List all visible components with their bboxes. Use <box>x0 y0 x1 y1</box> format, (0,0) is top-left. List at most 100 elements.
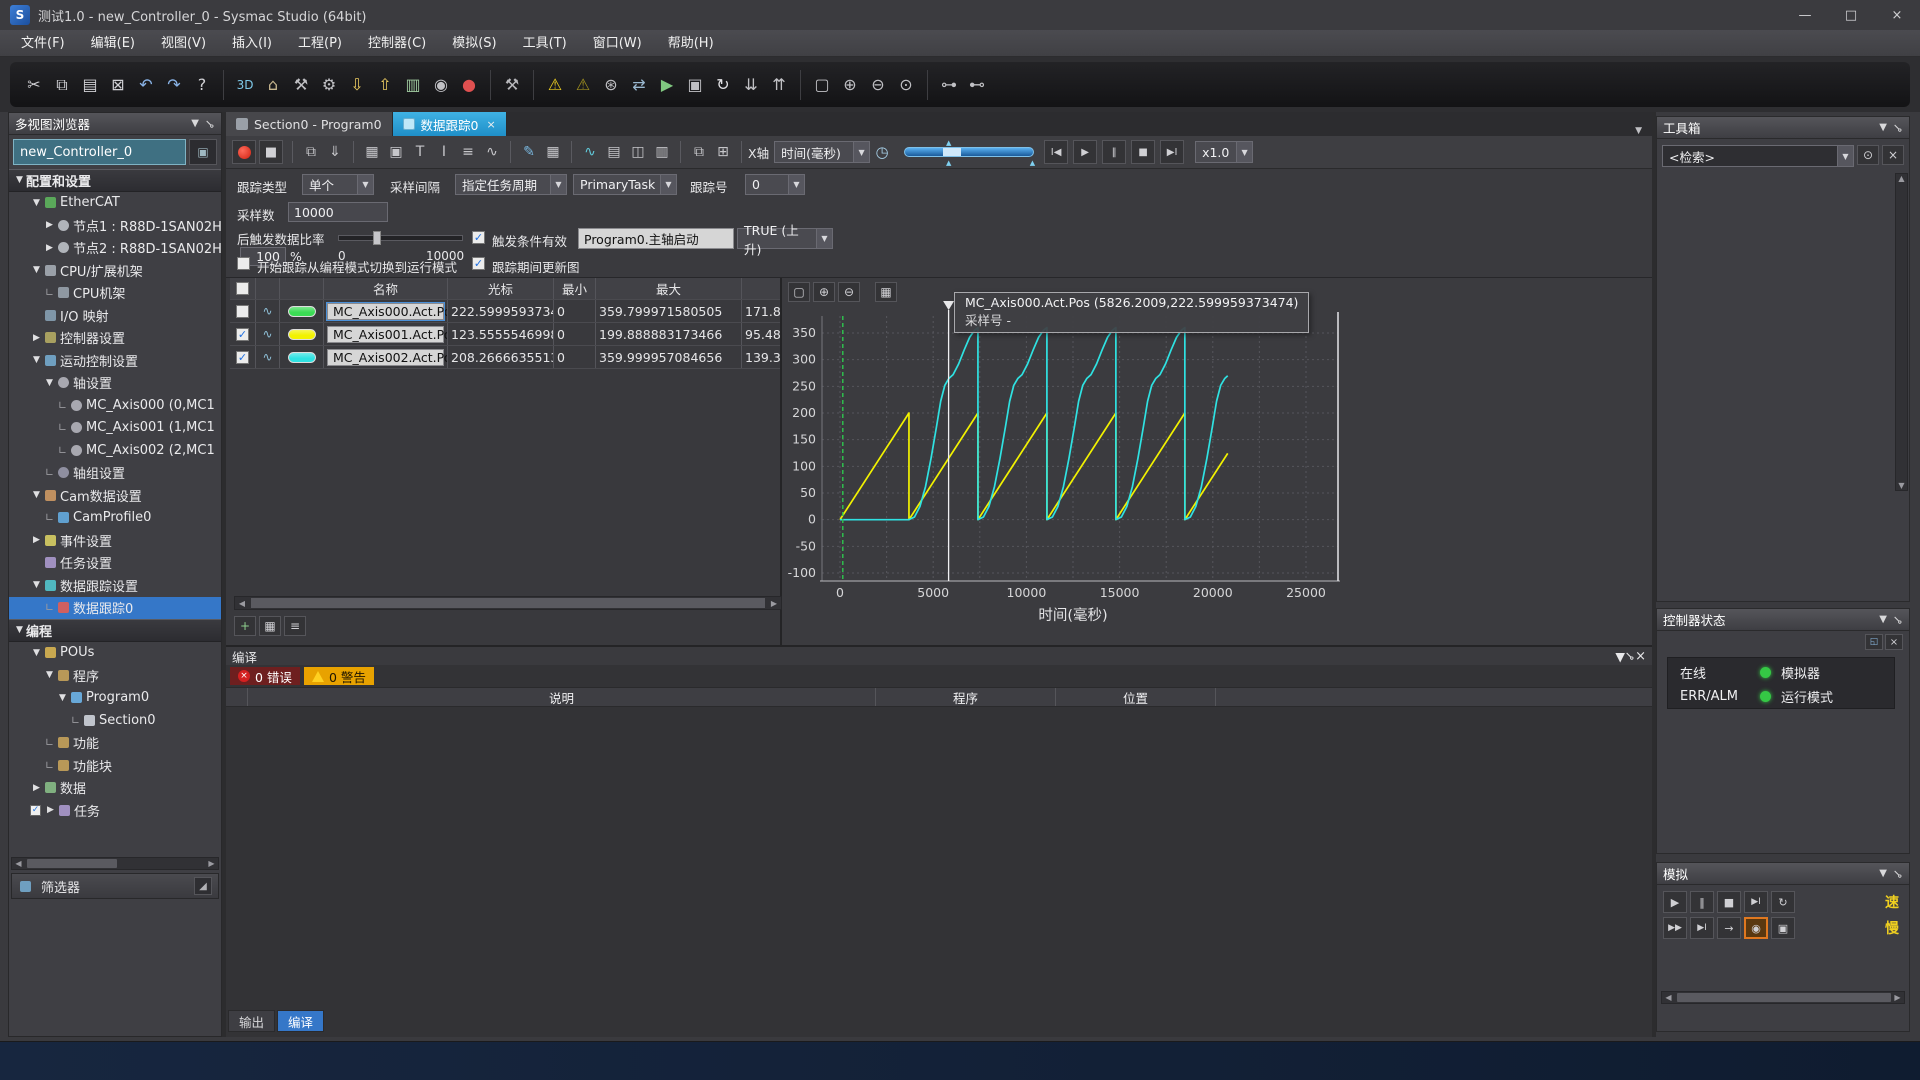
grid-view-icon[interactable]: ▦ <box>361 141 383 163</box>
expand-icon[interactable]: ▶ <box>44 805 57 815</box>
tree-section-0[interactable]: ▼配置和设置 <box>9 169 221 192</box>
collapse-icon[interactable]: ▼ <box>30 648 43 658</box>
scroll-left-icon[interactable]: ◀ <box>1662 993 1675 1002</box>
menu-item-4[interactable]: 工程(P) <box>285 30 355 57</box>
collapse-icon[interactable]: ▼ <box>30 355 43 365</box>
delete-icon[interactable]: ⊠ <box>104 67 132 103</box>
tree-section-20[interactable]: ▼编程 <box>9 619 221 642</box>
variable-name-field[interactable]: MC_Axis002.Act.Pos <box>327 349 444 366</box>
menu-item-9[interactable]: 帮助(H) <box>655 30 727 57</box>
tree-horizontal-scrollbar[interactable]: ◀ ▶ <box>11 857 219 870</box>
digital-view-icon[interactable]: ∿ <box>481 141 503 163</box>
play-button[interactable]: ▶ <box>1073 140 1097 164</box>
task-select[interactable]: PrimaryTask▼ <box>573 174 677 195</box>
expand-icon[interactable]: ▶ <box>30 333 43 343</box>
tree-item-23[interactable]: ▼Program0 <box>9 687 221 710</box>
zoom-in-icon[interactable]: ⊕ <box>836 67 864 103</box>
trigger-target-field[interactable]: Program0.主轴启动 <box>578 228 734 249</box>
tree-item-28[interactable]: ✓▶任务 <box>9 799 221 822</box>
filter-bar[interactable]: 筛选器 ◢ <box>11 873 219 899</box>
series-color-swatch[interactable] <box>288 306 316 317</box>
tab-list-dropdown-icon[interactable]: ▼ <box>1625 126 1652 136</box>
tab-section0-program0[interactable]: Section0 - Program0 <box>226 112 393 136</box>
checkbox-icon[interactable]: ✓ <box>30 805 41 816</box>
toolbox-search-input[interactable]: <检索> ▼ <box>1662 145 1854 167</box>
chevron-down-icon[interactable]: ▼ <box>191 118 199 129</box>
tree-item-15[interactable]: ∟CamProfile0 <box>9 507 221 530</box>
collapse-icon[interactable]: ▼ <box>30 580 43 590</box>
tree-item-10[interactable]: ∟MC_Axis000 (0,MC1 <box>9 394 221 417</box>
trace-type-select[interactable]: 单个▼ <box>302 174 374 195</box>
scroll-up-icon[interactable]: ▲ <box>1898 174 1904 183</box>
sim-step-button[interactable]: ▶I <box>1744 891 1768 913</box>
tree-item-1[interactable]: ▼EtherCAT <box>9 192 221 215</box>
collapse-icon[interactable]: ▼ <box>13 175 26 185</box>
pin-icon[interactable]: ⊸ <box>1889 119 1906 136</box>
check-selected-programs-icon[interactable]: ⚠ <box>569 67 597 103</box>
menu-item-1[interactable]: 编辑(E) <box>78 30 148 57</box>
pin-icon[interactable]: ⊸ <box>1889 611 1906 628</box>
trace-chart[interactable]: 0500010000150002000025000350300250200150… <box>782 298 1648 643</box>
value-table-icon[interactable]: ▤ <box>603 141 625 163</box>
maximize-button[interactable]: □ <box>1828 0 1874 30</box>
scroll-left-icon[interactable]: ◀ <box>12 859 25 868</box>
graph-view-icon[interactable]: ∿ <box>579 141 601 163</box>
sim-reset-button[interactable]: ↻ <box>1771 891 1795 913</box>
expand-icon[interactable]: ▶ <box>30 783 43 793</box>
post-trigger-slider[interactable] <box>338 235 463 241</box>
project-shelf-icon[interactable]: ⌂ <box>259 67 287 103</box>
close-tab-icon[interactable]: × <box>487 118 496 131</box>
table-horizontal-scrollbar[interactable]: ◀ ▶ <box>234 596 782 610</box>
collapse-icon[interactable]: ▼ <box>43 670 56 680</box>
tab-output[interactable]: 输出 <box>228 1010 275 1032</box>
tree-item-16[interactable]: ▶事件设置 <box>9 529 221 552</box>
position-slider[interactable]: ▲ ▲ ▲ <box>904 147 1034 157</box>
chevron-down-icon[interactable]: ▼ <box>1879 122 1887 133</box>
tree-item-12[interactable]: ∟MC_Axis002 (2,MC1 <box>9 439 221 462</box>
expand-icon[interactable]: ▶ <box>43 243 56 253</box>
popout-icon[interactable]: ◱ <box>1865 634 1883 650</box>
forced-cancel-icon[interactable]: ⊷ <box>963 67 991 103</box>
sim-settings-button[interactable]: ▣ <box>1771 917 1795 939</box>
transfer-download-icon[interactable]: ⇩ <box>343 67 371 103</box>
cursor-marker-icon[interactable] <box>943 301 954 310</box>
error-count-chip[interactable]: × 0 错误 <box>230 667 300 685</box>
warning-count-chip[interactable]: 0 警告 <box>304 667 374 685</box>
tree-item-3[interactable]: ▶节点2 : R88D-1SAN02H <box>9 237 221 260</box>
zoom-pointer-icon[interactable]: ⊙ <box>892 67 920 103</box>
tree-item-17[interactable]: 任务设置 <box>9 552 221 575</box>
tree-item-9[interactable]: ▼轴设置 <box>9 372 221 395</box>
tools-icon[interactable]: ⚒ <box>287 67 315 103</box>
tree-item-11[interactable]: ∟MC_Axis001 (1,MC1 <box>9 417 221 440</box>
search-icon[interactable]: ⊙ <box>1857 145 1879 165</box>
samples-input[interactable]: 10000 <box>288 202 388 222</box>
trace-copy-icon[interactable]: ⧉ <box>300 141 322 163</box>
expand-icon[interactable]: ▶ <box>30 535 43 545</box>
jump-first-button[interactable]: I◀ <box>1044 140 1068 164</box>
help-icon[interactable]: ? <box>188 67 216 103</box>
pause-button[interactable]: ‖ <box>1102 140 1126 164</box>
row-visible-checkbox[interactable]: ✓ <box>236 328 249 341</box>
trigger-enabled-checkbox[interactable]: ✓ <box>472 231 485 244</box>
float-window-icon[interactable]: ⧉ <box>688 141 710 163</box>
stack-view-icon[interactable]: ≡ <box>457 141 479 163</box>
tree-item-27[interactable]: ▶数据 <box>9 777 221 800</box>
build-project-icon[interactable]: ⚙ <box>315 67 343 103</box>
undo-icon[interactable]: ↶ <box>132 67 160 103</box>
controller-select[interactable]: new_Controller_0 <box>13 139 186 165</box>
collapse-icon[interactable]: ▼ <box>43 378 56 388</box>
trace-number-select[interactable]: 0▼ <box>745 174 805 195</box>
chevron-down-icon[interactable]: ▼ <box>1879 868 1887 879</box>
menu-item-6[interactable]: 模拟(S) <box>439 30 509 57</box>
stop-trace-button[interactable]: ■ <box>259 140 283 164</box>
tree-item-21[interactable]: ▼POUs <box>9 642 221 665</box>
sim-step-in-button[interactable]: ▶I <box>1690 917 1714 939</box>
cut-icon[interactable]: ✂ <box>20 67 48 103</box>
trace-export-icon[interactable]: ⇓ <box>324 141 346 163</box>
transfer-from-controller-icon[interactable]: ⇈ <box>765 67 793 103</box>
scrollbar-thumb[interactable] <box>27 859 117 868</box>
sim-step-over-button[interactable]: → <box>1717 917 1741 939</box>
run-mode-icon[interactable]: ▶ <box>653 67 681 103</box>
series-color-swatch[interactable] <box>288 352 316 363</box>
tree-item-22[interactable]: ▼程序 <box>9 664 221 687</box>
